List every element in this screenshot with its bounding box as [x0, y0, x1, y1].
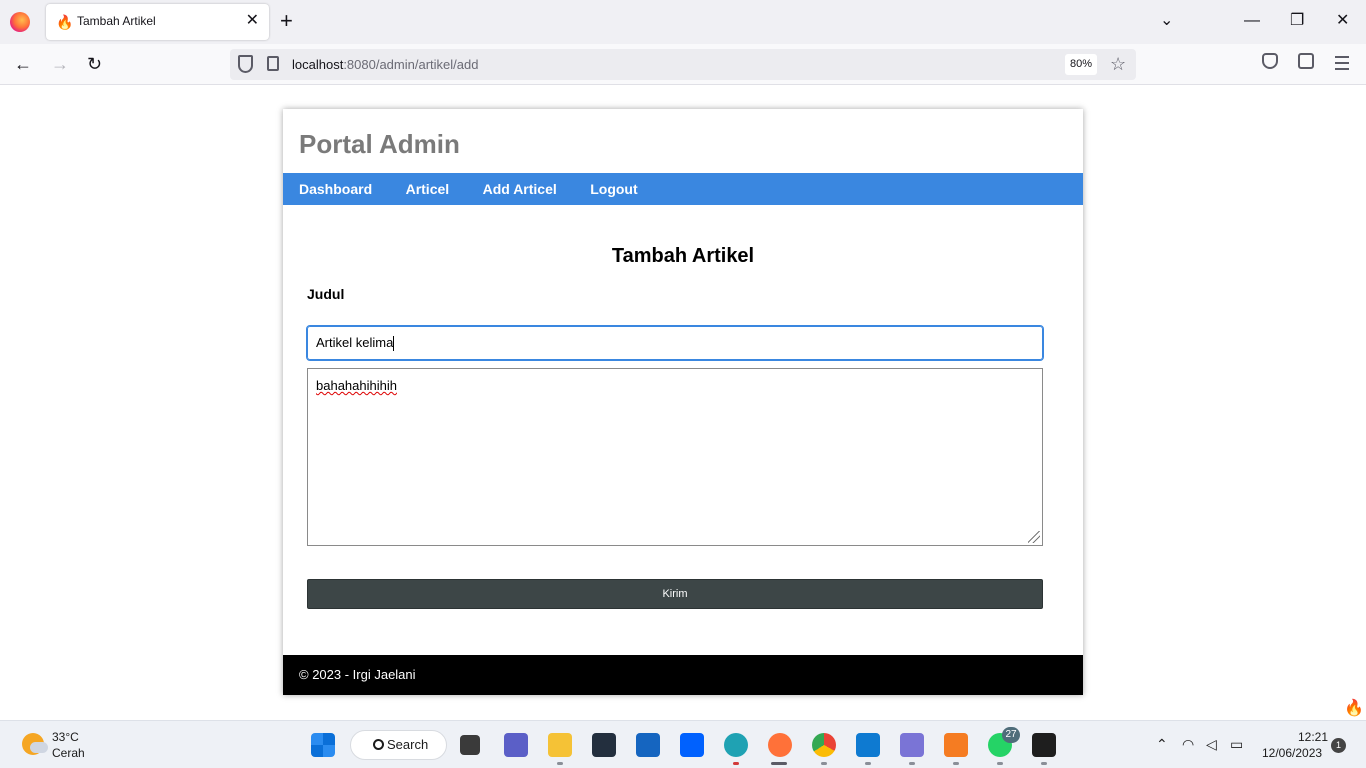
isi-textarea[interactable]: bahahahihihih	[307, 368, 1043, 546]
form-content: Tambah Artikel Judul Artikel kelima baha…	[283, 245, 1083, 609]
amazon-icon[interactable]	[592, 733, 616, 757]
flame-sidebar-icon[interactable]: 🔥	[1344, 698, 1364, 718]
nav-dashboard[interactable]: Dashboard	[299, 173, 372, 205]
running-indicator	[953, 762, 959, 765]
reload-icon[interactable]: ↻	[87, 52, 102, 76]
browser-navbar: ← → ↻ localhost:8080/admin/artikel/add 8…	[0, 44, 1366, 85]
firefox-logo-icon[interactable]	[10, 12, 30, 32]
xampp-icon[interactable]	[944, 733, 968, 757]
judul-input[interactable]: Artikel kelima	[306, 325, 1044, 361]
running-indicator	[865, 762, 871, 765]
page-container: Portal Admin Dashboard Articel Add Artic…	[283, 109, 1083, 695]
teams-icon[interactable]	[504, 733, 528, 757]
close-tab-icon[interactable]: ✕	[246, 12, 259, 30]
browser-tabbar: 🔥 Tambah Artikel ✕ + ⌄ — ❐ ✕	[0, 0, 1366, 44]
weather-cloud-icon	[30, 742, 48, 753]
list-all-tabs-icon[interactable]: ⌄	[1160, 10, 1173, 32]
weather-description[interactable]: Cerah	[52, 746, 85, 760]
edge-icon[interactable]	[724, 733, 748, 757]
clock-time[interactable]: 12:21	[1298, 730, 1328, 744]
clock-date[interactable]: 12/06/2023	[1262, 746, 1322, 760]
dropbox-icon[interactable]	[680, 733, 704, 757]
running-indicator	[733, 762, 739, 765]
restore-icon[interactable]: ❐	[1290, 10, 1304, 32]
page-title: Tambah Artikel	[611, 245, 755, 267]
search-label: Search	[387, 737, 429, 752]
running-indicator	[557, 762, 563, 765]
running-indicator	[997, 762, 1003, 765]
search-icon	[373, 739, 384, 750]
running-indicator	[1041, 762, 1047, 765]
volume-icon[interactable]: ◁	[1206, 736, 1217, 752]
whatsapp-unread-badge: 27	[1002, 727, 1020, 743]
vscode-icon[interactable]	[856, 733, 880, 757]
judul-label: Judul	[307, 286, 345, 302]
taskbar-search[interactable]: Search	[350, 730, 447, 760]
flame-favicon-icon: 🔥	[56, 14, 74, 30]
site-header: Portal Admin	[283, 109, 1083, 173]
running-indicator	[909, 762, 915, 765]
terminal-icon[interactable]	[1032, 733, 1056, 757]
back-icon[interactable]: ←	[14, 52, 32, 76]
chrome-icon[interactable]	[812, 733, 836, 757]
nav-logout[interactable]: Logout	[590, 173, 637, 205]
browser-tab[interactable]: 🔥 Tambah Artikel ✕	[46, 4, 269, 40]
weather-temperature[interactable]: 33°C	[52, 730, 79, 744]
extensions-icon[interactable]	[1298, 53, 1314, 69]
wifi-icon[interactable]: ◠	[1182, 736, 1194, 752]
battery-icon[interactable]: ▭	[1230, 736, 1243, 752]
nav-articel[interactable]: Articel	[406, 173, 450, 205]
text-caret	[393, 336, 395, 352]
judul-input-value: Artikel kelima	[316, 335, 394, 350]
store-icon[interactable]	[636, 733, 660, 757]
resize-grip-icon[interactable]	[1028, 531, 1040, 543]
site-title: Portal Admin	[299, 129, 460, 159]
notification-count-badge[interactable]: 1	[1331, 738, 1346, 753]
start-icon[interactable]	[311, 733, 335, 757]
show-hidden-icons-icon[interactable]: ⌃	[1156, 736, 1168, 752]
new-tab-icon[interactable]: +	[280, 9, 293, 33]
nav-add-articel[interactable]: Add Articel	[483, 173, 557, 205]
close-window-icon[interactable]: ✕	[1336, 10, 1349, 32]
address-bar[interactable]: localhost:8080/admin/artikel/add 80% ☆	[230, 49, 1136, 80]
pocket-icon[interactable]	[1262, 53, 1278, 69]
git-icon[interactable]	[900, 733, 924, 757]
page-info-icon[interactable]	[267, 56, 279, 71]
bookmark-star-icon[interactable]: ☆	[1110, 53, 1126, 75]
taskbar: 33°C Cerah Search ⌃ ◠ ◁ ▭ 12:21 12/06/20…	[0, 720, 1366, 768]
tracking-shield-icon[interactable]	[238, 55, 253, 73]
active-indicator	[771, 762, 787, 765]
url-text[interactable]: localhost:8080/admin/artikel/add	[292, 57, 478, 72]
hamburger-menu-icon[interactable]	[1335, 56, 1349, 74]
site-nav: Dashboard Articel Add Articel Logout	[283, 173, 1083, 205]
site-footer: © 2023 - Irgi Jaelani	[283, 655, 1083, 695]
kirim-button[interactable]: Kirim	[307, 579, 1043, 609]
task-view-icon[interactable]	[460, 735, 480, 755]
firefox-icon[interactable]	[768, 733, 792, 757]
running-indicator	[821, 762, 827, 765]
tab-title: Tambah Artikel	[77, 14, 156, 28]
file-explorer-icon[interactable]	[548, 733, 572, 757]
page-viewport: Portal Admin Dashboard Articel Add Artic…	[0, 86, 1366, 720]
forward-icon[interactable]: →	[51, 52, 69, 76]
isi-textarea-value: bahahahihihih	[316, 378, 397, 393]
zoom-level-badge[interactable]: 80%	[1065, 54, 1098, 75]
minimize-icon[interactable]: —	[1244, 10, 1260, 32]
